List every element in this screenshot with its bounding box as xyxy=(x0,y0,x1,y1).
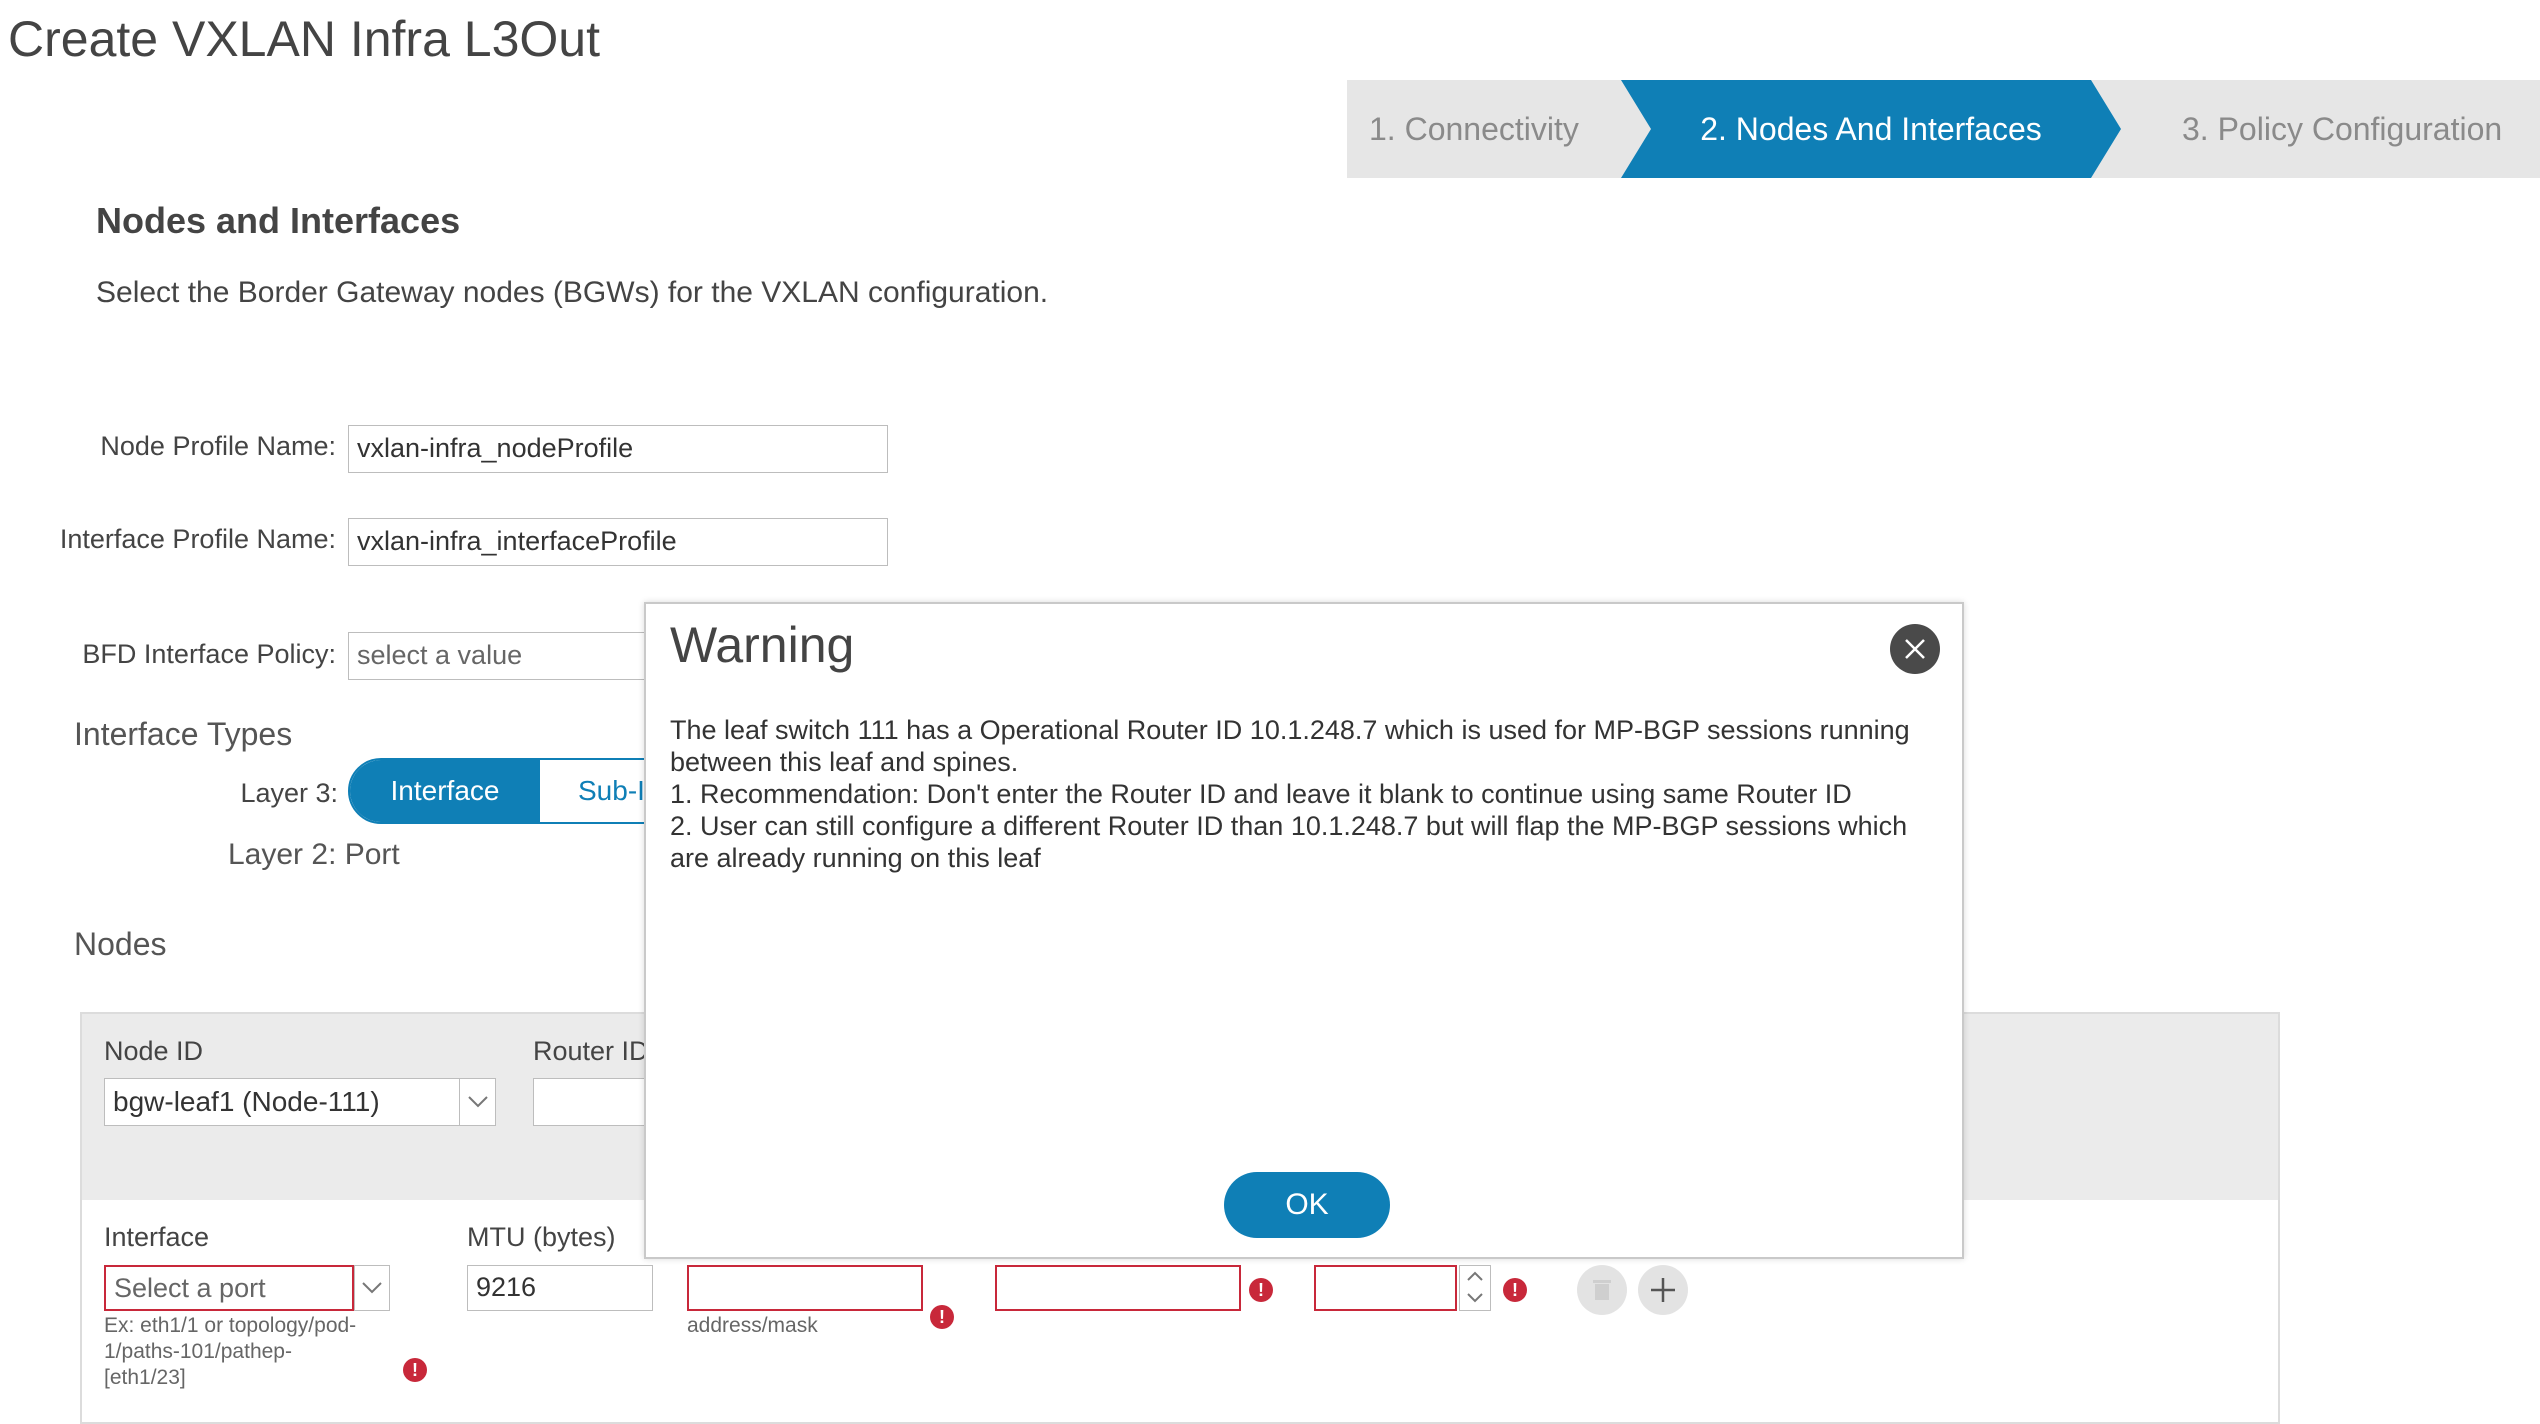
ip-address-input[interactable] xyxy=(687,1265,923,1311)
number-stepper[interactable] xyxy=(1459,1265,1491,1311)
error-icon: ! xyxy=(403,1358,427,1382)
interface-hint-line: [eth1/23] xyxy=(104,1366,186,1389)
bfd-policy-label: BFD Interface Policy: xyxy=(82,639,336,669)
vlan-input[interactable] xyxy=(1314,1265,1457,1311)
layer3-option-interface[interactable]: Interface xyxy=(350,760,540,822)
chevron-down-icon xyxy=(467,1096,488,1108)
step-nodes-and-interfaces[interactable]: 2. Nodes And Interfaces xyxy=(1621,80,2121,178)
error-icon: ! xyxy=(1249,1278,1273,1302)
bfd-policy-select[interactable]: select a value xyxy=(348,632,648,680)
dialog-line: between this leaf and spines. xyxy=(670,747,1019,777)
interface-hint-line: 1/paths-101/pathep- xyxy=(104,1340,292,1363)
close-button[interactable] xyxy=(1890,624,1940,674)
delete-icon xyxy=(1593,1280,1611,1300)
interface-dropdown-button[interactable] xyxy=(354,1265,390,1311)
layer3-label: Layer 3: xyxy=(240,778,338,808)
node-profile-input[interactable]: vxlan-infra_nodeProfile xyxy=(348,425,888,473)
mtu-label: MTU (bytes) xyxy=(467,1222,616,1252)
dialog-line: 2. User can still configure a different … xyxy=(670,811,1908,841)
ok-button[interactable]: OK xyxy=(1224,1172,1390,1238)
stepper-up-icon xyxy=(1467,1271,1483,1281)
nodes-heading: Nodes xyxy=(74,926,167,962)
router-id-input[interactable] xyxy=(533,1078,653,1126)
interface-label: Interface xyxy=(104,1222,210,1252)
dialog-line: 1. Recommendation: Don't enter the Route… xyxy=(670,779,1852,809)
step-policy-configuration[interactable]: 3. Policy Configuration xyxy=(2182,80,2502,178)
router-id-label: Router ID xyxy=(533,1036,649,1066)
add-icon xyxy=(1651,1278,1675,1302)
node-profile-label: Node Profile Name: xyxy=(100,431,336,461)
dialog-title: Warning xyxy=(670,617,855,673)
add-row-button[interactable] xyxy=(1638,1265,1688,1315)
step-connectivity[interactable]: 1. Connectivity xyxy=(1369,80,1579,178)
section-heading: Nodes and Interfaces xyxy=(96,200,461,241)
chevron-down-icon xyxy=(362,1282,382,1294)
interface-types-heading: Interface Types xyxy=(74,716,293,752)
error-icon: ! xyxy=(1503,1278,1527,1302)
layer3-toggle: Interface Sub-I xyxy=(348,758,648,824)
error-icon: ! xyxy=(930,1305,954,1329)
close-icon xyxy=(1905,639,1925,659)
dialog-line: are already running on this leaf xyxy=(670,843,1041,873)
interface-hint: Ex: eth1/1 or topology/pod- 1/paths-101/… xyxy=(104,1313,404,1391)
node-id-dropdown-button[interactable] xyxy=(460,1078,496,1126)
node-id-select[interactable]: bgw-leaf1 (Node-111) xyxy=(104,1078,496,1126)
layer2-label: Layer 2: Port xyxy=(228,838,400,871)
stepper-down-icon xyxy=(1467,1293,1483,1303)
layer3-option-sub-interface[interactable]: Sub-I xyxy=(578,760,645,822)
warning-dialog: Warning The leaf switch 111 has a Operat… xyxy=(644,602,1964,1259)
dialog-line: The leaf switch 111 has a Operational Ro… xyxy=(670,715,1910,745)
node-id-value: bgw-leaf1 (Node-111) xyxy=(104,1078,460,1126)
mtu-input[interactable]: 9216 xyxy=(467,1265,653,1311)
interface-hint-line: Ex: eth1/1 or topology/pod- xyxy=(104,1314,357,1337)
interface-profile-label: Interface Profile Name: xyxy=(59,524,336,554)
node-id-label: Node ID xyxy=(104,1036,204,1066)
wizard-steps: 1. Connectivity 2. Nodes And Interfaces … xyxy=(1347,80,2540,178)
page-title: Create VXLAN Infra L3Out xyxy=(8,11,600,67)
interface-select[interactable]: Select a port xyxy=(104,1265,390,1311)
interface-placeholder: Select a port xyxy=(104,1265,354,1311)
delete-row-button[interactable] xyxy=(1577,1265,1627,1315)
interface-profile-input[interactable]: vxlan-infra_interfaceProfile xyxy=(348,518,888,566)
address-hint: address/mask xyxy=(687,1314,818,1337)
section-description: Select the Border Gateway nodes (BGWs) f… xyxy=(96,276,1049,309)
dialog-message: The leaf switch 111 has a Operational Ro… xyxy=(670,714,1950,874)
secondary-address-input[interactable] xyxy=(995,1265,1241,1311)
